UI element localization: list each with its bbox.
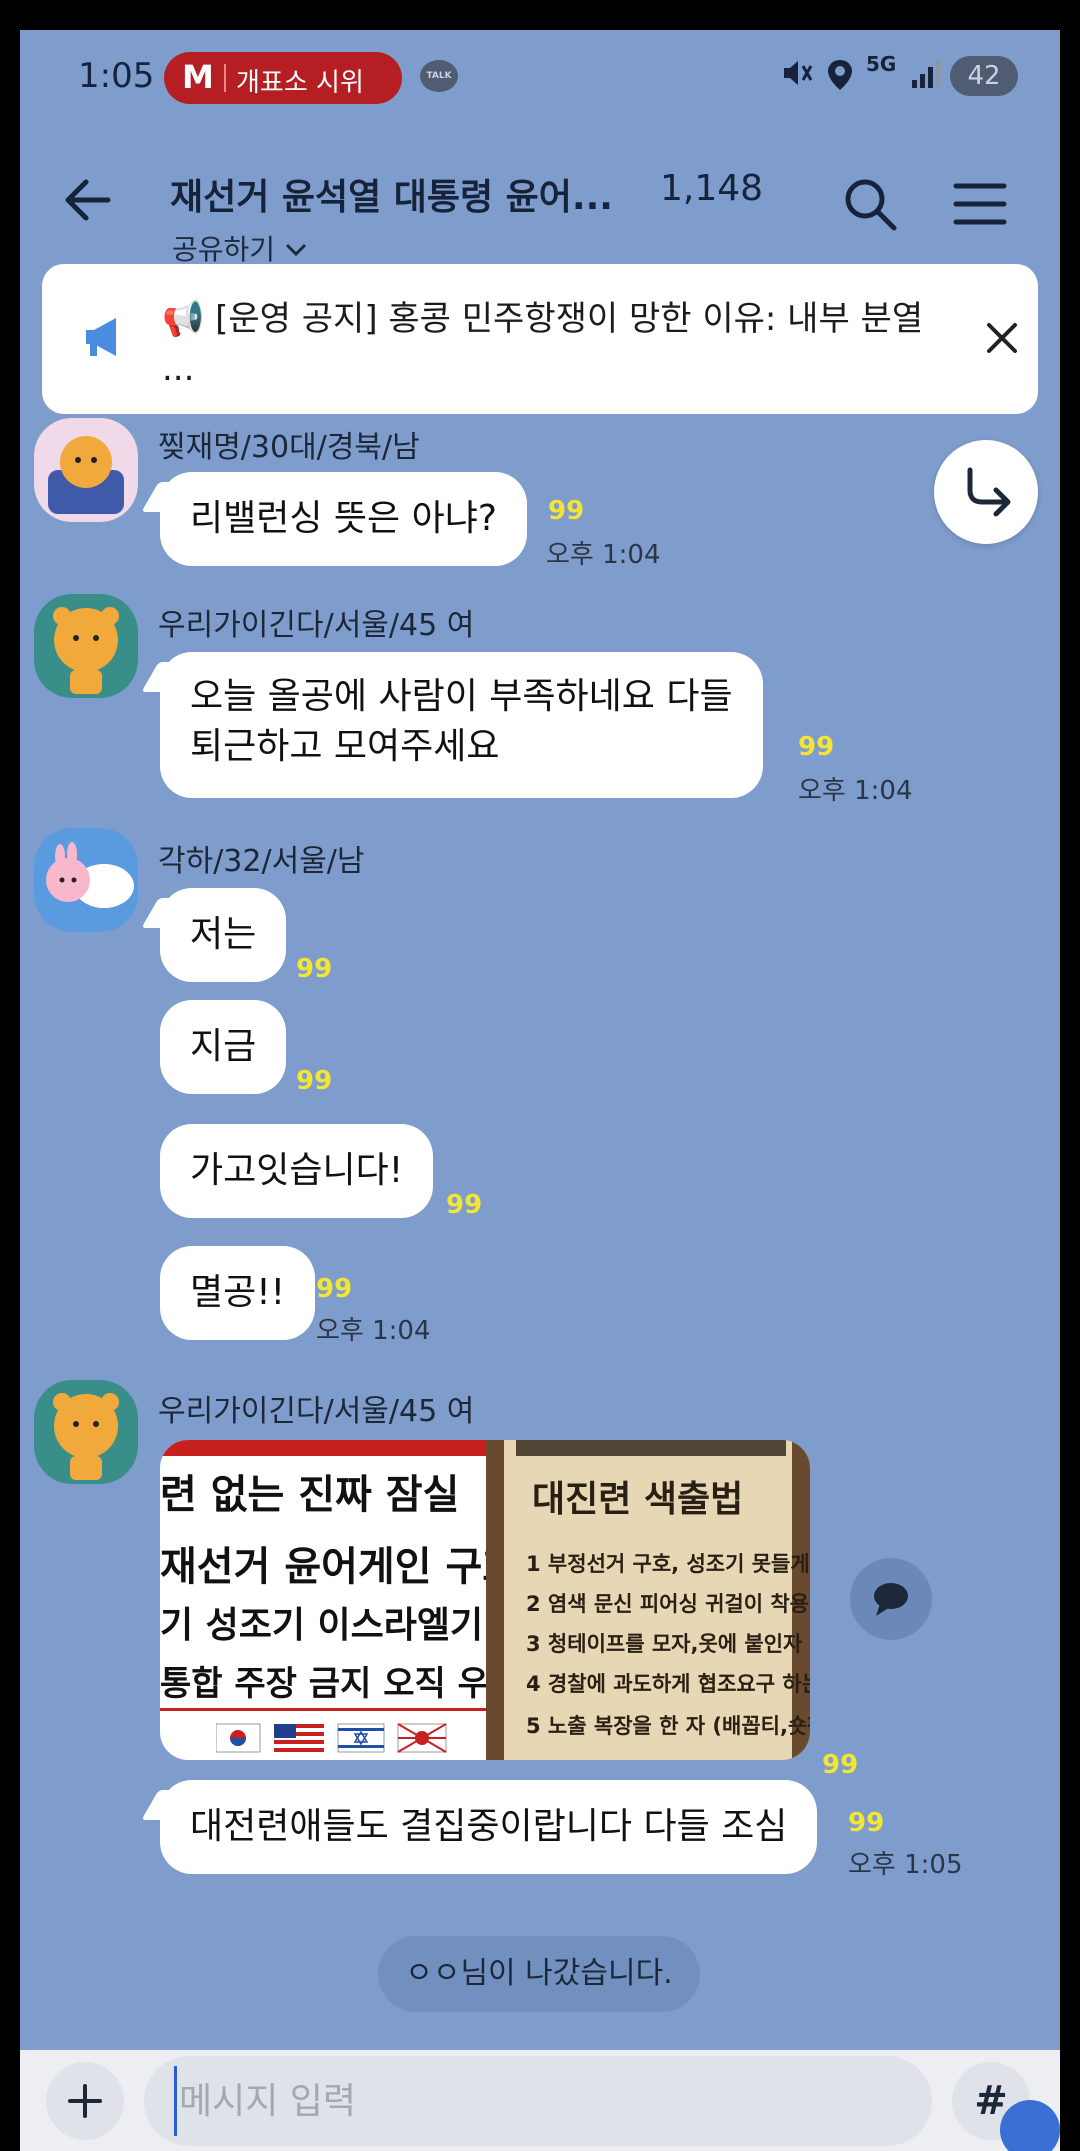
read-count: 99: [296, 954, 333, 984]
poster-line: 3 청테이프를 모자,옷에 붙인자: [526, 1632, 803, 1656]
image-left-line: 기 성조기 이스라엘기 일장: [160, 1605, 486, 1646]
message-bubble[interactable]: 가고잇습니다!: [160, 1124, 434, 1218]
chevron-down-icon: [285, 243, 307, 257]
message-bubble[interactable]: 대전련애들도 결집중이랍니다 다들 조심: [160, 1780, 818, 1874]
flags-icon: [216, 1723, 447, 1753]
wanted-poster-image: 대진련 색출법 1 부정선거 구호, 성조기 못들게 하는자 2 염색 문신 피…: [486, 1440, 810, 1760]
sender-name: 각하/32/서울/남: [158, 844, 365, 879]
message-bubble[interactable]: 리밸런싱 뜻은 아냐?: [160, 472, 527, 566]
image-left-line: 련 없는 진짜 잠실: [160, 1472, 460, 1518]
member-count: 1,148: [660, 168, 764, 209]
notification-pill[interactable]: M 개표소 시위: [164, 52, 402, 104]
message-bubble[interactable]: 오늘 올공에 사람이 부족하네요 다들 퇴근하고 모여주세요: [160, 652, 763, 798]
apeach-avatar-icon: [34, 828, 138, 932]
read-count: 99: [848, 1808, 885, 1838]
share-dropdown[interactable]: 공유하기: [172, 228, 308, 268]
share-label: 공유하기: [172, 233, 276, 266]
sender-name: 찢재명/30대/경북/남: [158, 430, 420, 465]
poster-line: 4 경찰에 과도하게 협조요구 하는자: [526, 1672, 810, 1696]
close-icon[interactable]: [984, 320, 1020, 356]
message-input[interactable]: [174, 2066, 774, 2136]
avatar[interactable]: [34, 418, 138, 522]
ryan-avatar-icon: [34, 418, 138, 522]
notice-text: 📢 [운영 공지] 홍콩 민주항쟁이 망한 이유: 내부 분열 ...: [162, 299, 924, 389]
forward-button[interactable]: [934, 440, 1038, 544]
back-arrow-icon[interactable]: [58, 170, 118, 230]
mute-icon: [784, 61, 813, 85]
status-bar: 1:05 M 개표소 시위 TALK 5G 42: [20, 30, 1060, 126]
plus-icon: [68, 2084, 102, 2118]
chat-room-title[interactable]: 재선거 윤석열 대통령 윤어...: [170, 168, 613, 220]
notif-app-logo: M: [182, 58, 214, 96]
protest-rules-image: 련 없는 진짜 잠실 재선거 윤어게인 구호 기 성조기 이스라엘기 일장 통합…: [160, 1440, 486, 1760]
avatar[interactable]: [34, 828, 138, 932]
image-left-line: 통합 주장 금지 오직 우파보수: [160, 1664, 486, 1704]
network-5g-icon: 5G: [866, 52, 897, 76]
read-count: 99: [822, 1750, 859, 1780]
poster-heading: 대진련 색출법: [532, 1479, 744, 1520]
message-bubble[interactable]: 멸공!!: [160, 1246, 316, 1340]
comment-icon: [874, 1583, 908, 1616]
pill-divider: [224, 64, 226, 92]
sender-name: 우리가이긴다/서울/45 여: [158, 1394, 475, 1429]
talk-notification-icon: TALK: [420, 60, 458, 92]
forward-icon: [967, 467, 1011, 517]
notif-text: 개표소 시위: [236, 68, 364, 98]
read-count: 99: [798, 732, 835, 762]
floating-indicator: [1000, 2100, 1060, 2151]
input-bar: #: [20, 2050, 1060, 2151]
comment-button[interactable]: [850, 1558, 932, 1640]
attach-button[interactable]: [46, 2062, 124, 2140]
status-time: 1:05: [78, 56, 155, 96]
image-left-line: 재선거 윤어게인 구호: [160, 1544, 486, 1590]
signal-icon: [912, 60, 941, 88]
sender-name: 우리가이긴다/서울/45 여: [158, 608, 475, 643]
poster-line: 5 노출 복장을 한 자 (배꼽티,숏팬츠등): [526, 1714, 810, 1738]
menu-icon[interactable]: [950, 174, 1010, 234]
timestamp: 오후 1:04: [546, 540, 661, 570]
ryan-avatar-icon: [34, 594, 138, 698]
avatar[interactable]: [34, 1380, 138, 1484]
poster-line: 2 염색 문신 피어싱 귀걸이 착용(히피문화): [526, 1592, 810, 1616]
image-message[interactable]: 련 없는 진짜 잠실 재선거 윤어게인 구호 기 성조기 이스라엘기 일장 통합…: [160, 1440, 810, 1760]
megaphone-icon: [86, 318, 116, 356]
message-bubble[interactable]: 저는: [160, 888, 287, 982]
message-input-container: [144, 2056, 1018, 2146]
chat-screen: 1:05 M 개표소 시위 TALK 5G 42 재선거 윤석열 대통령 윤어.…: [20, 30, 1060, 2151]
timestamp: 오후 1:04: [798, 776, 913, 806]
message-line: 오늘 올공에 사람이 부족하네요 다들: [190, 676, 733, 717]
message-bubble[interactable]: 지금: [160, 1000, 287, 1094]
search-icon[interactable]: [840, 174, 900, 234]
battery-indicator: 42: [950, 56, 1018, 96]
timestamp: 오후 1:04: [316, 1316, 431, 1346]
poster-line: 1 부정선거 구호, 성조기 못들게 하는자: [526, 1552, 810, 1576]
timestamp: 오후 1:05: [848, 1850, 963, 1880]
read-count: 99: [296, 1066, 333, 1096]
chat-header: 재선거 윤석열 대통령 윤어... 1,148 공유하기: [20, 126, 1060, 266]
ryan-avatar-icon: [34, 1380, 138, 1484]
avatar[interactable]: [34, 594, 138, 698]
read-count: 99: [446, 1190, 483, 1220]
system-message: ㅇㅇ님이 나갔습니다.: [378, 1936, 700, 2012]
read-count: 99: [316, 1274, 353, 1304]
location-icon: [828, 60, 852, 90]
read-count: 99: [548, 496, 585, 526]
notice-banner[interactable]: 📢 [운영 공지] 홍콩 민주항쟁이 망한 이유: 내부 분열 ...: [42, 264, 1038, 414]
message-line: 퇴근하고 모여주세요: [190, 726, 500, 767]
